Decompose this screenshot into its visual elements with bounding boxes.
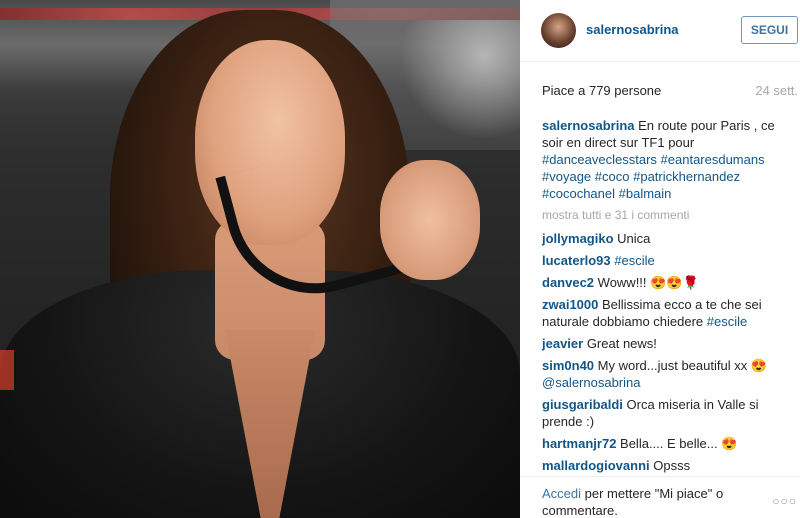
caption: salernosabrina En route pour Paris , ce … bbox=[542, 117, 792, 202]
comment-username[interactable]: lucaterlo93 bbox=[542, 253, 611, 268]
hashtag[interactable]: #voyage bbox=[542, 169, 591, 184]
login-prompt: Accedi per mettere "Mi piace" o commenta… bbox=[542, 485, 752, 518]
login-link[interactable]: Accedi bbox=[542, 486, 581, 501]
comment-username[interactable]: danvec2 bbox=[542, 275, 594, 290]
comment-text: Unica bbox=[613, 231, 651, 246]
more-options-icon[interactable]: ○○○ bbox=[772, 494, 797, 508]
photo-hand bbox=[380, 160, 480, 280]
hashtag[interactable]: #escile bbox=[614, 253, 654, 268]
comment: lucaterlo93 #escile bbox=[542, 252, 792, 269]
hashtag[interactable]: #patrickhernandez bbox=[633, 169, 740, 184]
hashtag[interactable]: #coco bbox=[595, 169, 630, 184]
comment-username[interactable]: jeavier bbox=[542, 336, 583, 351]
post-header: salernosabrina SEGUI bbox=[520, 0, 800, 62]
likes-count[interactable]: Piace a 779 persone bbox=[542, 83, 661, 98]
hashtag[interactable]: #eantaresdumans bbox=[661, 152, 765, 167]
avatar[interactable] bbox=[541, 13, 576, 48]
comment-username[interactable]: hartmanjr72 bbox=[542, 436, 616, 451]
post-footer: Accedi per mettere "Mi piace" o commenta… bbox=[520, 476, 800, 518]
comment: giusgaribaldi Orca miseria in Valle si p… bbox=[542, 396, 792, 430]
comment-username[interactable]: mallardogiovanni bbox=[542, 458, 650, 473]
post-username[interactable]: salernosabrina bbox=[586, 22, 679, 37]
comment-username[interactable]: sim0n40 bbox=[542, 358, 594, 373]
likes-row: Piace a 779 persone 24 sett. bbox=[542, 83, 798, 98]
comment: zwai1000 Bellissima ecco a te che sei na… bbox=[542, 296, 792, 330]
comment-text: My word...just beautiful xx 😍 bbox=[594, 358, 768, 373]
hashtag[interactable]: #danceaveclesstars bbox=[542, 152, 657, 167]
comment-text: Opsss bbox=[649, 458, 691, 473]
comment-text: Bella.... E belle... 😍 bbox=[616, 436, 738, 451]
comment: danvec2 Woww!!! 😍😍🌹 bbox=[542, 274, 792, 291]
caption-username[interactable]: salernosabrina bbox=[542, 118, 635, 133]
comment-username[interactable]: jollymagiko bbox=[542, 231, 614, 246]
hashtag[interactable]: #balmain bbox=[619, 186, 672, 201]
post-photo[interactable] bbox=[0, 0, 520, 518]
comment: hartmanjr72 Bella.... E belle... 😍 bbox=[542, 435, 792, 452]
show-all-comments-link[interactable]: mostra tutti e 31 i commenti bbox=[542, 207, 792, 224]
comments-list: salernosabrina En route pour Paris , ce … bbox=[542, 117, 792, 479]
comment-username[interactable]: zwai1000 bbox=[542, 297, 598, 312]
comment-text: Woww!!! 😍😍🌹 bbox=[594, 275, 699, 290]
follow-button[interactable]: SEGUI bbox=[741, 16, 798, 44]
comment-text: Great news! bbox=[583, 336, 657, 351]
photo-background-light bbox=[400, 20, 520, 140]
post-time[interactable]: 24 sett. bbox=[755, 83, 798, 98]
comment: mallardogiovanni Opsss bbox=[542, 457, 792, 474]
photo-red-accent bbox=[0, 350, 14, 390]
comment: jeavier Great news! bbox=[542, 335, 792, 352]
user-mention[interactable]: @salernosabrina bbox=[542, 375, 640, 390]
hashtag[interactable]: #cocochanel bbox=[542, 186, 615, 201]
comment: jollymagiko Unica bbox=[542, 230, 792, 247]
post-side-panel: salernosabrina SEGUI Piace a 779 persone… bbox=[520, 0, 800, 518]
hashtag[interactable]: #escile bbox=[707, 314, 747, 329]
comment-username[interactable]: giusgaribaldi bbox=[542, 397, 623, 412]
comment: sim0n40 My word...just beautiful xx 😍 @s… bbox=[542, 357, 792, 391]
